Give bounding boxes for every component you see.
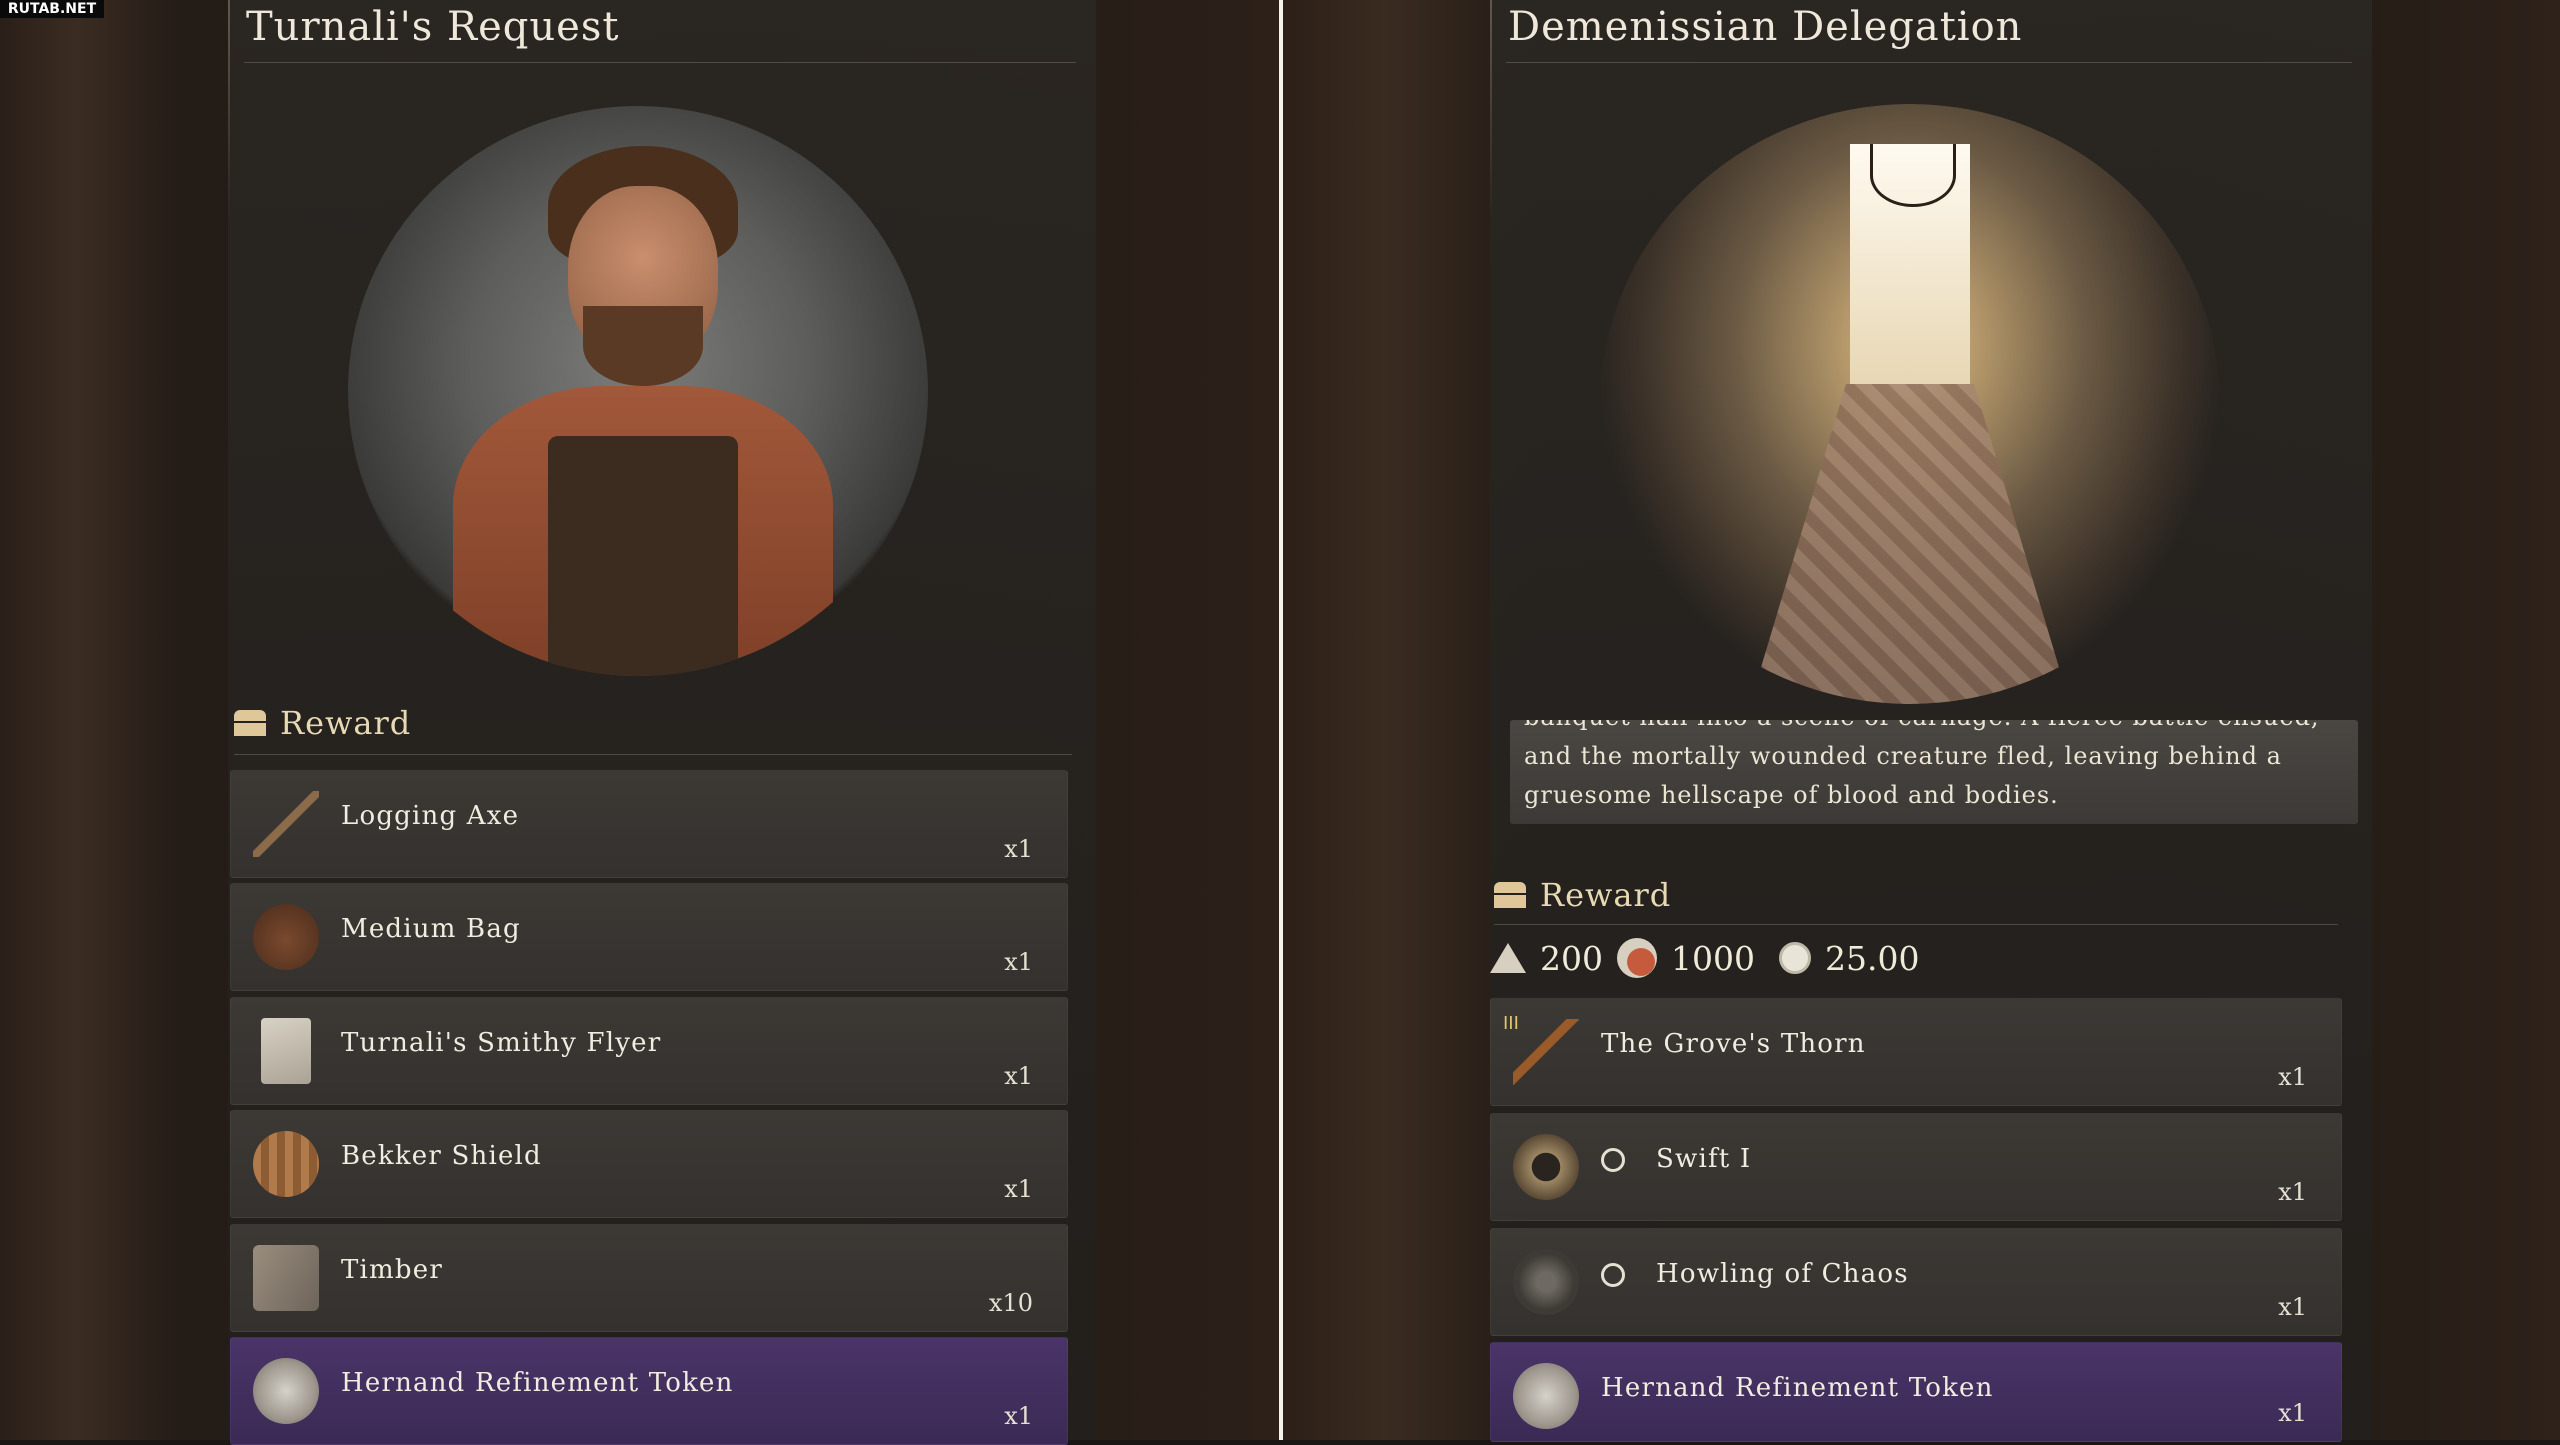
item-quantity: x1 xyxy=(2278,1293,2307,1321)
swift-icon xyxy=(1513,1134,1579,1200)
reward-item[interactable]: Medium Bag x1 xyxy=(230,883,1068,991)
reward-divider xyxy=(234,754,1072,755)
reward-divider xyxy=(1494,924,2338,925)
bag-icon xyxy=(253,904,319,970)
quest-panel-turnali: Turnali's Request Reward Logging Axe x1 … xyxy=(228,0,1096,1445)
quest-illustration xyxy=(1600,104,2220,704)
panel-edge xyxy=(1490,0,1492,220)
shield-icon xyxy=(253,1131,319,1197)
currency-rewards: 200 1000 25.00 xyxy=(1490,938,1919,978)
reward-item[interactable]: Logging Axe x1 xyxy=(230,770,1068,878)
token-icon xyxy=(253,1358,319,1424)
chest-icon xyxy=(1494,882,1526,908)
chaos-icon xyxy=(1513,1249,1579,1315)
portrait-apron xyxy=(548,436,738,676)
flyer-icon xyxy=(261,1018,311,1084)
reward-header: Reward xyxy=(234,704,411,742)
item-quantity: x1 xyxy=(2278,1399,2307,1427)
reputation-icon xyxy=(1490,943,1526,973)
item-name: Hernand Refinement Token xyxy=(341,1368,734,1398)
reward-item[interactable]: Swift I x1 xyxy=(1490,1113,2342,1221)
hall-floor xyxy=(1750,384,2070,704)
chandelier xyxy=(1870,144,1956,207)
reward-header: Reward xyxy=(1494,876,1671,914)
quest-panel-delegation: Demenissian Delegation banquet hall into… xyxy=(1490,0,2372,1442)
portrait-beard xyxy=(583,306,703,386)
description-line: gruesome hellscape of blood and bodies. xyxy=(1524,781,2059,809)
weapon-icon xyxy=(1513,1019,1579,1085)
quest-title: Demenissian Delegation xyxy=(1508,4,2023,50)
reward-item[interactable]: Bekker Shield x1 xyxy=(230,1110,1068,1218)
item-name: Timber xyxy=(341,1255,443,1285)
rune-icon xyxy=(1601,1263,1625,1287)
item-quantity: x1 xyxy=(2278,1063,2307,1091)
reward-item[interactable]: III The Grove's Thorn x1 xyxy=(1490,998,2342,1106)
item-quantity: x10 xyxy=(988,1289,1033,1317)
contribution-icon xyxy=(1617,938,1657,978)
reward-label: Reward xyxy=(1540,876,1672,914)
item-name: Logging Axe xyxy=(341,801,520,831)
axe-icon xyxy=(253,791,319,857)
item-name: Turnali's Smithy Flyer xyxy=(341,1028,662,1058)
item-name: Medium Bag xyxy=(341,914,521,944)
reward-item[interactable]: Turnali's Smithy Flyer x1 xyxy=(230,997,1068,1105)
reward-item[interactable]: Howling of Chaos x1 xyxy=(1490,1228,2342,1336)
reward-label: Reward xyxy=(280,704,412,742)
item-name: Hernand Refinement Token xyxy=(1601,1373,1994,1403)
item-quantity: x1 xyxy=(2278,1178,2307,1206)
contribution-value: 1000 xyxy=(1671,938,1755,978)
panel-edge xyxy=(228,0,230,220)
quest-title: Turnali's Request xyxy=(246,4,620,50)
reward-item-highlighted[interactable]: Hernand Refinement Token x1 xyxy=(230,1337,1068,1445)
item-name: Swift I xyxy=(1656,1144,1752,1174)
description-line: banquet hall into a scene of carnage. A … xyxy=(1524,720,2328,737)
silver-value: 25.00 xyxy=(1824,938,1920,978)
npc-portrait xyxy=(348,106,928,676)
silver-coin-icon xyxy=(1778,942,1811,974)
item-quantity: x1 xyxy=(1004,948,1033,976)
quest-description: banquet hall into a scene of carnage. A … xyxy=(1510,720,2358,824)
rune-icon xyxy=(1601,1148,1625,1172)
item-name: Bekker Shield xyxy=(341,1141,542,1171)
item-quantity: x1 xyxy=(1004,835,1033,863)
watermark: RUTAB.NET xyxy=(0,0,104,18)
item-name: Howling of Chaos xyxy=(1656,1259,1909,1289)
item-quantity: x1 xyxy=(1004,1175,1033,1203)
chest-icon xyxy=(234,710,266,736)
reputation-value: 200 xyxy=(1540,938,1603,978)
item-quantity: x1 xyxy=(1004,1402,1033,1430)
title-divider xyxy=(1506,62,2352,63)
reward-item[interactable]: Timber x10 xyxy=(230,1224,1068,1332)
reward-item-highlighted[interactable]: Hernand Refinement Token x1 xyxy=(1490,1342,2342,1442)
item-name: The Grove's Thorn xyxy=(1601,1029,1866,1059)
timber-icon xyxy=(253,1245,319,1311)
item-quantity: x1 xyxy=(1004,1062,1033,1090)
token-icon xyxy=(1513,1363,1579,1429)
description-line: and the mortally wounded creature fled, … xyxy=(1524,742,2282,770)
split-divider xyxy=(1279,0,1283,1440)
title-divider xyxy=(244,62,1076,63)
